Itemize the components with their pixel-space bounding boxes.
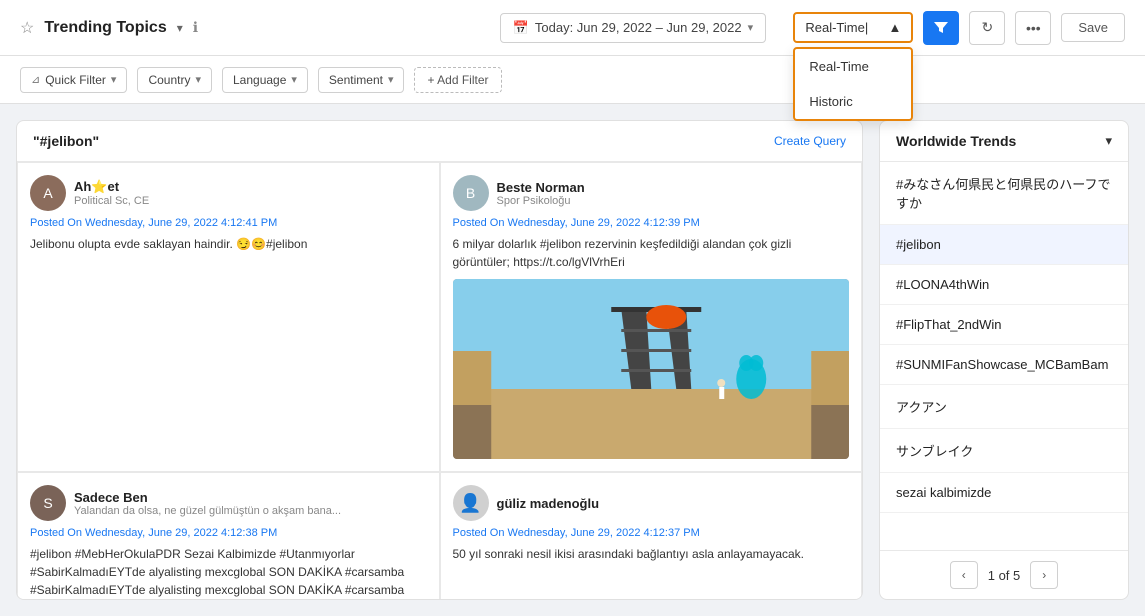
star-icon[interactable]: ☆ — [20, 18, 34, 38]
prev-page-button[interactable]: ‹ — [950, 561, 978, 589]
add-filter-button[interactable]: + Add Filter — [414, 67, 501, 93]
worldwide-chevron-icon[interactable]: ▾ — [1105, 133, 1112, 149]
pagination: ‹ 1 of 5 › — [880, 550, 1128, 599]
quick-filter-button[interactable]: ⊿ Quick Filter ▾ — [20, 67, 127, 93]
trending-item[interactable]: サンブレイク — [880, 429, 1128, 473]
post-author-name: Ah⭐et — [74, 179, 149, 195]
trending-item[interactable]: sezai kalbimizde — [880, 473, 1128, 513]
worldwide-title: Worldwide Trends — [896, 133, 1016, 149]
post-card-post3[interactable]: S Sadece Ben Yalandan da olsa, ne güzel … — [17, 472, 440, 599]
title-chevron-icon[interactable]: ▾ — [177, 21, 183, 35]
filter-bar: ⊿ Quick Filter ▾ Country ▾ Language ▾ Se… — [0, 56, 1145, 104]
dropdown-item-historic[interactable]: Historic — [795, 84, 911, 119]
save-button[interactable]: Save — [1061, 13, 1125, 42]
info-icon[interactable]: ℹ — [193, 19, 198, 36]
country-filter-label: Country — [148, 73, 190, 87]
avatar: A — [30, 175, 66, 211]
trending-item[interactable]: #みなさん何県民と何県民のハーフですか — [880, 162, 1128, 225]
quick-filter-chevron-icon: ▾ — [111, 73, 117, 86]
post-image — [453, 279, 850, 459]
language-chevron-icon: ▾ — [291, 73, 297, 86]
post-date: Posted On Wednesday, June 29, 2022 4:12:… — [453, 217, 850, 229]
left-panel-header: "#jelibon" Create Query — [17, 121, 862, 162]
realtime-dropdown-menu: Real-Time Historic — [793, 47, 913, 121]
funnel-icon — [933, 20, 949, 36]
avatar: 👤 — [453, 485, 489, 521]
dropdown-item-realtime[interactable]: Real-Time — [795, 49, 911, 84]
country-chevron-icon: ▾ — [195, 73, 201, 86]
trending-item[interactable]: #LOONA4thWin — [880, 265, 1128, 305]
post-author-info: Sadece Ben Yalandan da olsa, ne güzel gü… — [74, 490, 341, 517]
sentiment-chevron-icon: ▾ — [388, 73, 394, 86]
create-query-link[interactable]: Create Query — [774, 134, 846, 148]
realtime-dropdown-trigger[interactable]: Real-Time| ▲ — [793, 12, 913, 43]
post-author-name: güliz madenoğlu — [497, 496, 600, 511]
post-author-info: Ah⭐et Political Sc, CE — [74, 179, 149, 207]
right-panel-header: Worldwide Trends ▾ — [880, 121, 1128, 162]
post-text: #jelibon #MebHerOkulaPDR Sezai Kalbimizd… — [30, 545, 427, 599]
next-page-button[interactable]: › — [1030, 561, 1058, 589]
filter-funnel-icon: ⊿ — [31, 73, 40, 86]
page-title: Trending Topics — [44, 19, 166, 37]
post-header: S Sadece Ben Yalandan da olsa, ne güzel … — [30, 485, 427, 521]
post-author-subtitle: Spor Psikoloğu — [497, 195, 585, 207]
post-date: Posted On Wednesday, June 29, 2022 4:12:… — [30, 527, 427, 539]
posts-grid: A Ah⭐et Political Sc, CE Posted On Wedne… — [17, 162, 862, 599]
post-author-info: güliz madenoğlu — [497, 496, 600, 511]
language-filter-button[interactable]: Language ▾ — [222, 67, 308, 93]
post-card-post4[interactable]: 👤 güliz madenoğlu Posted On Wednesday, J… — [440, 472, 863, 599]
post-header: A Ah⭐et Political Sc, CE — [30, 175, 427, 211]
avatar: S — [30, 485, 66, 521]
refresh-icon: ↻ — [981, 19, 993, 36]
post-text: 6 milyar dolarlık #jelibon rezervinin ke… — [453, 235, 850, 271]
post-date: Posted On Wednesday, June 29, 2022 4:12:… — [30, 217, 427, 229]
realtime-chevron-icon: ▲ — [888, 20, 901, 35]
post-text: 50 yıl sonraki nesil ikisi arasındaki ba… — [453, 545, 850, 563]
post-card-post2[interactable]: B Beste Norman Spor Psikoloğu Posted On … — [440, 162, 863, 472]
main-content: "#jelibon" Create Query A Ah⭐et Politica… — [0, 104, 1145, 616]
left-panel: "#jelibon" Create Query A Ah⭐et Politica… — [16, 120, 863, 600]
trending-item[interactable]: #FlipThat_2ndWin — [880, 305, 1128, 345]
realtime-wrapper: Real-Time| ▲ Real-Time Historic — [793, 12, 913, 43]
post-author-subtitle: Yalandan da olsa, ne güzel gülmüştün o a… — [74, 505, 341, 517]
post-card-post1[interactable]: A Ah⭐et Political Sc, CE Posted On Wedne… — [17, 162, 440, 472]
trending-item[interactable]: #jelibon — [880, 225, 1128, 265]
post-author-info: Beste Norman Spor Psikoloğu — [497, 180, 585, 207]
page-info: 1 of 5 — [988, 568, 1021, 583]
date-range-text: Today: Jun 29, 2022 – Jun 29, 2022 — [535, 20, 742, 35]
filter-icon-button[interactable] — [923, 11, 959, 45]
avatar: B — [453, 175, 489, 211]
trending-list: #みなさん何県民と何県民のハーフですか#jelibon#LOONA4thWin#… — [880, 162, 1128, 550]
realtime-value: Real-Time| — [805, 20, 868, 35]
post-header: B Beste Norman Spor Psikoloğu — [453, 175, 850, 211]
post-author-name: Sadece Ben — [74, 490, 341, 505]
more-options-button[interactable]: ••• — [1015, 11, 1051, 45]
sentiment-filter-label: Sentiment — [329, 73, 383, 87]
sentiment-filter-button[interactable]: Sentiment ▾ — [318, 67, 405, 93]
header: ☆ Trending Topics ▾ ℹ 📅 Today: Jun 29, 2… — [0, 0, 1145, 56]
more-icon: ••• — [1026, 20, 1041, 36]
language-filter-label: Language — [233, 73, 286, 87]
refresh-button[interactable]: ↻ — [969, 11, 1005, 45]
post-author-name: Beste Norman — [497, 180, 585, 195]
post-author-subtitle: Political Sc, CE — [74, 195, 149, 207]
post-date: Posted On Wednesday, June 29, 2022 4:12:… — [453, 527, 850, 539]
post-header: 👤 güliz madenoğlu — [453, 485, 850, 521]
trending-item[interactable]: アクアン — [880, 385, 1128, 429]
date-range-picker[interactable]: 📅 Today: Jun 29, 2022 – Jun 29, 2022 ▾ — [500, 13, 766, 43]
oil-rig-image — [453, 279, 850, 459]
quick-filter-label: Quick Filter — [45, 73, 106, 87]
query-title: "#jelibon" — [33, 133, 99, 149]
calendar-icon: 📅 — [513, 20, 529, 36]
post-text: Jelibonu olupta evde saklayan haindir. 😏… — [30, 235, 427, 253]
country-filter-button[interactable]: Country ▾ — [137, 67, 212, 93]
date-chevron-icon: ▾ — [748, 21, 754, 34]
trending-item[interactable]: #SUNMIFanShowcase_MCBamBam — [880, 345, 1128, 385]
right-panel: Worldwide Trends ▾ #みなさん何県民と何県民のハーフですか#j… — [879, 120, 1129, 600]
